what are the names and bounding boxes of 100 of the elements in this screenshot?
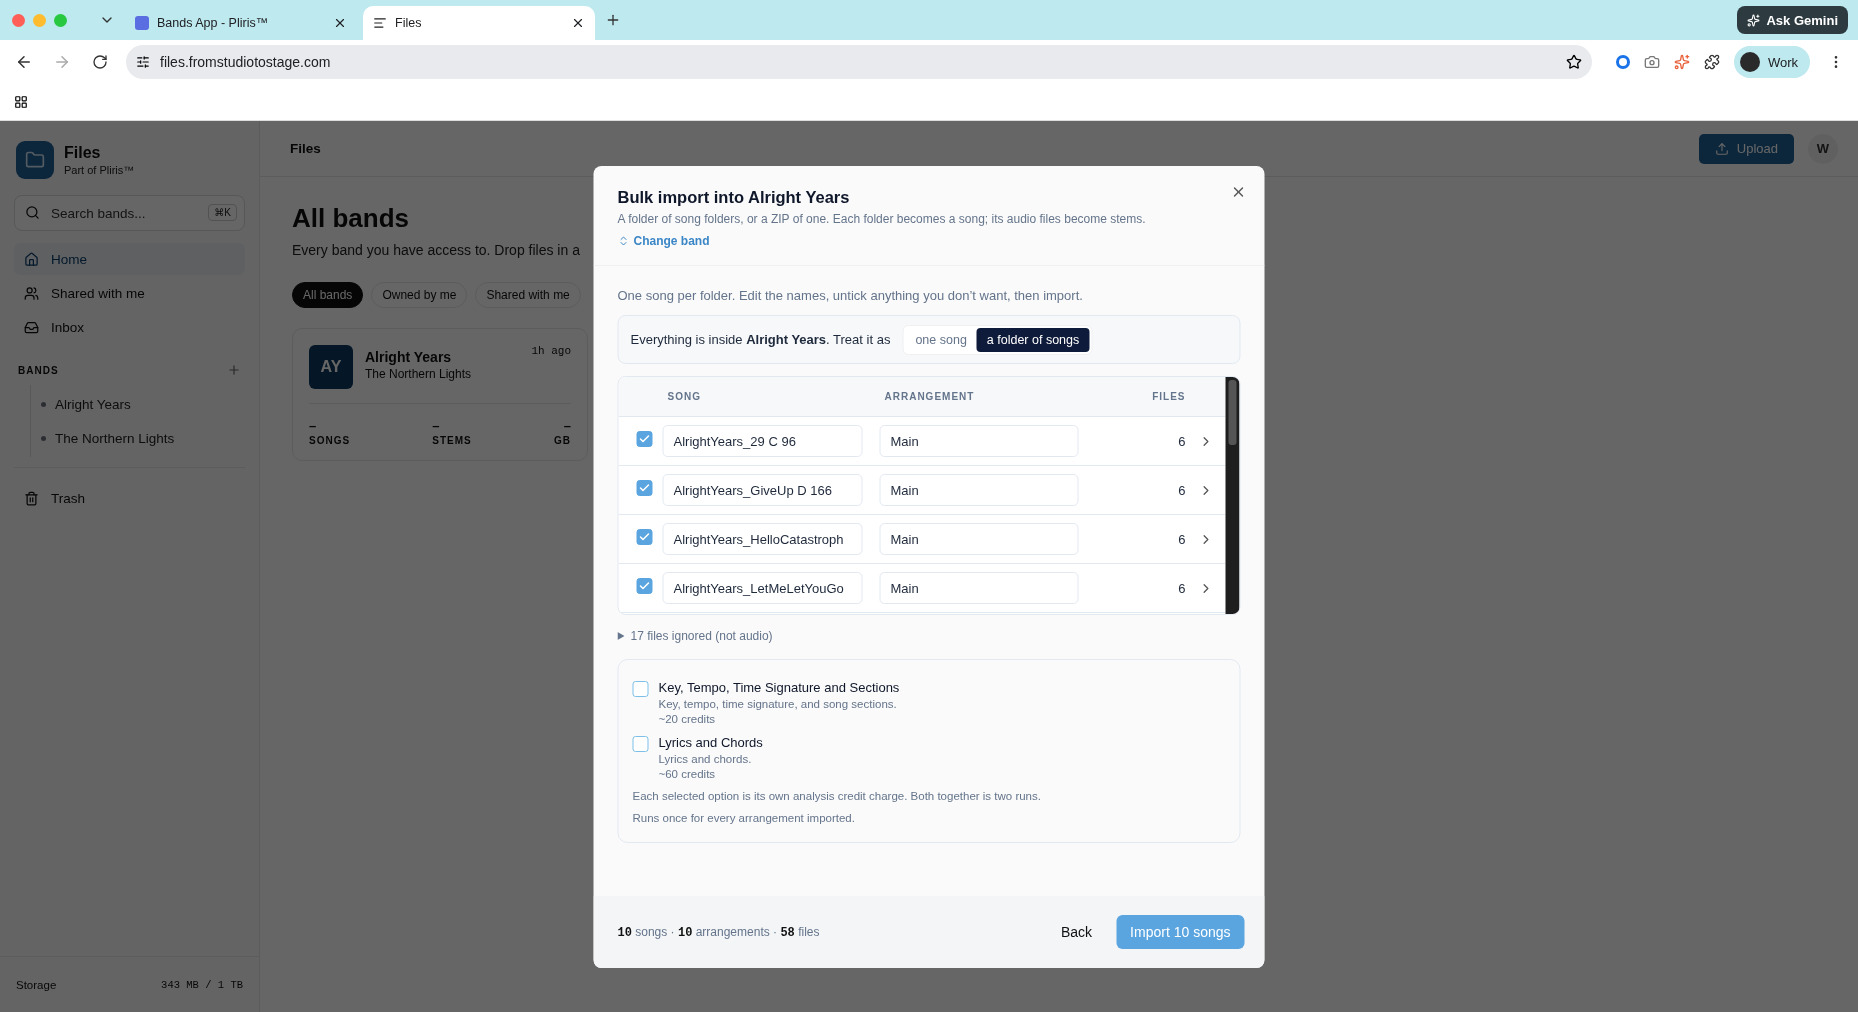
mode-option[interactable]: a folder of songs bbox=[976, 327, 1090, 352]
file-count: 6 bbox=[1177, 531, 1186, 547]
song-name-field[interactable]: AlrightYears_GiveUp D 166 bbox=[662, 474, 863, 506]
section-heading: BANDS bbox=[18, 364, 59, 376]
dialog-description: A folder of song folders, or a ZIP of one. Each folder becomes a song; its audio files become stems. bbox=[617, 212, 1147, 226]
row-checkbox[interactable] bbox=[636, 431, 653, 447]
circle-extension-icon[interactable] bbox=[1615, 55, 1630, 69]
mode-option[interactable]: one song bbox=[905, 327, 977, 352]
row-checkbox[interactable] bbox=[636, 480, 653, 496]
mode-text: Everything is inside Alright Years. Treat it as bbox=[630, 332, 891, 347]
close-tab-icon[interactable] bbox=[571, 16, 585, 30]
filter-chip[interactable]: All bands bbox=[292, 282, 364, 308]
filter-chip[interactable]: Shared with me bbox=[475, 282, 581, 308]
nav-item[interactable]: Shared with me bbox=[14, 277, 245, 309]
updated-time: 1h ago bbox=[531, 345, 571, 357]
check-icon bbox=[638, 433, 651, 445]
row-checkbox[interactable] bbox=[636, 529, 653, 545]
arrangement-field[interactable]: Main bbox=[879, 425, 1079, 457]
stat-value: – bbox=[432, 418, 441, 433]
column-header: FILES bbox=[1151, 391, 1186, 402]
arrangement-field[interactable]: Main bbox=[879, 523, 1079, 555]
address-bar[interactable]: files.fromstudiotostage.com bbox=[126, 45, 1592, 79]
column-header: SONG bbox=[666, 391, 702, 402]
browser-tab[interactable]: Files bbox=[363, 6, 595, 40]
user-avatar[interactable]: W bbox=[1808, 133, 1838, 164]
ask-gemini-button[interactable]: Ask Gemini bbox=[1737, 6, 1848, 34]
bullet-icon bbox=[41, 401, 46, 407]
scrollbar[interactable] bbox=[1225, 377, 1240, 614]
camera-icon[interactable] bbox=[1643, 54, 1660, 70]
song-name-field[interactable]: AlrightYears_HelloCatastroph bbox=[662, 523, 863, 555]
nav-item[interactable]: Home bbox=[14, 243, 245, 275]
song-name-field[interactable]: AlrightYears_LetMeLetYouGo bbox=[662, 572, 863, 604]
site-info-icon[interactable] bbox=[136, 55, 150, 69]
app-subtitle: Part of Pliris™ bbox=[64, 164, 135, 176]
option-note: Each selected option is its own analysis credit charge. Both together is two runs. bbox=[632, 790, 1042, 802]
arrangement-field[interactable]: Main bbox=[879, 572, 1079, 604]
file-count: 6 bbox=[1177, 580, 1186, 596]
upload-icon bbox=[1714, 141, 1729, 156]
app-favicon-icon bbox=[135, 16, 149, 30]
column-header: ARRANGEMENT bbox=[883, 391, 976, 402]
close-window-button[interactable] bbox=[12, 13, 25, 27]
page-subtitle: Every band you have access to. Drop files in a bbox=[292, 242, 580, 258]
stat-label: GB bbox=[554, 435, 571, 446]
sparkle-icon bbox=[1747, 13, 1761, 27]
stat-label: SONGS bbox=[309, 435, 351, 446]
header-title: Files bbox=[290, 141, 322, 156]
trash-item[interactable]: Trash bbox=[14, 482, 245, 514]
browser-tab[interactable]: Bands App - Pliris™ bbox=[125, 6, 357, 40]
check-icon bbox=[638, 482, 651, 494]
bookmark-star-icon[interactable] bbox=[1565, 54, 1582, 70]
option-description: Lyrics and chords. bbox=[658, 753, 753, 765]
upload-button[interactable]: Upload bbox=[1698, 133, 1794, 164]
check-icon bbox=[638, 531, 651, 543]
page-title: All bands bbox=[292, 203, 409, 234]
band-subtitle: The Northern Lights bbox=[365, 367, 472, 381]
option-cost: ~60 credits bbox=[658, 768, 717, 780]
option-title: Lyrics and Chords bbox=[658, 735, 763, 750]
import-summary: 10 songs · 10 arrangements · 58 files bbox=[617, 924, 821, 940]
change-band-link[interactable]: Change band bbox=[617, 234, 710, 248]
ignored-files-toggle[interactable]: 17 files ignored (not audio) bbox=[617, 629, 773, 643]
apps-grid-icon[interactable] bbox=[14, 95, 28, 109]
folder-icon bbox=[25, 150, 45, 170]
sparkle-icon[interactable] bbox=[1673, 54, 1690, 70]
option-cost: ~20 credits bbox=[658, 713, 717, 725]
stat-value: – bbox=[309, 418, 318, 433]
back-button[interactable]: Back bbox=[1049, 915, 1105, 949]
dialog-title: Bulk import into Alright Years bbox=[617, 188, 851, 207]
option-checkbox[interactable] bbox=[632, 736, 649, 752]
file-count: 6 bbox=[1177, 482, 1186, 498]
option-checkbox[interactable] bbox=[632, 681, 649, 697]
arrangement-field[interactable]: Main bbox=[879, 474, 1079, 506]
storage-value: 343 MB / 1 TB bbox=[161, 978, 243, 991]
bullet-icon bbox=[41, 435, 46, 441]
profile-button[interactable]: Work bbox=[1733, 46, 1810, 78]
band-name: Alright Years bbox=[365, 349, 453, 365]
shortcut-hint: ⌘K bbox=[208, 204, 237, 221]
song-name-field[interactable]: AlrightYears_29 C 96 bbox=[662, 425, 863, 457]
disclosure-triangle-icon bbox=[617, 632, 625, 640]
band-item[interactable]: Alright Years bbox=[31, 387, 245, 421]
band-avatar: AY bbox=[309, 345, 353, 389]
row-checkbox[interactable] bbox=[636, 578, 653, 594]
filter-chip[interactable]: Owned by me bbox=[371, 282, 468, 308]
band-item[interactable]: The Northern Lights bbox=[31, 421, 245, 455]
option-title: Key, Tempo, Time Signature and Sections bbox=[658, 680, 900, 695]
close-tab-icon[interactable] bbox=[333, 16, 347, 30]
inbox-icon bbox=[24, 319, 39, 335]
up-down-chevron-icon bbox=[617, 235, 630, 247]
plus-icon bbox=[605, 12, 621, 28]
stat-label: STEMS bbox=[432, 435, 472, 446]
shared-icon bbox=[24, 285, 39, 301]
home-icon bbox=[24, 251, 39, 267]
band-card[interactable]: AY Alright Years The Northern Lights 1h ago – SONGS – STEMS – GB bbox=[292, 328, 588, 461]
nav-item[interactable]: Inbox bbox=[14, 311, 245, 343]
lines-icon bbox=[373, 16, 387, 30]
storage-label: Storage bbox=[16, 978, 57, 991]
import-button[interactable]: Import 10 songs bbox=[1116, 915, 1245, 949]
reload-icon bbox=[92, 54, 108, 70]
option-note: Runs once for every arrangement imported. bbox=[632, 812, 856, 824]
app-title: Files bbox=[64, 144, 102, 162]
extensions-icon[interactable] bbox=[1703, 54, 1720, 70]
